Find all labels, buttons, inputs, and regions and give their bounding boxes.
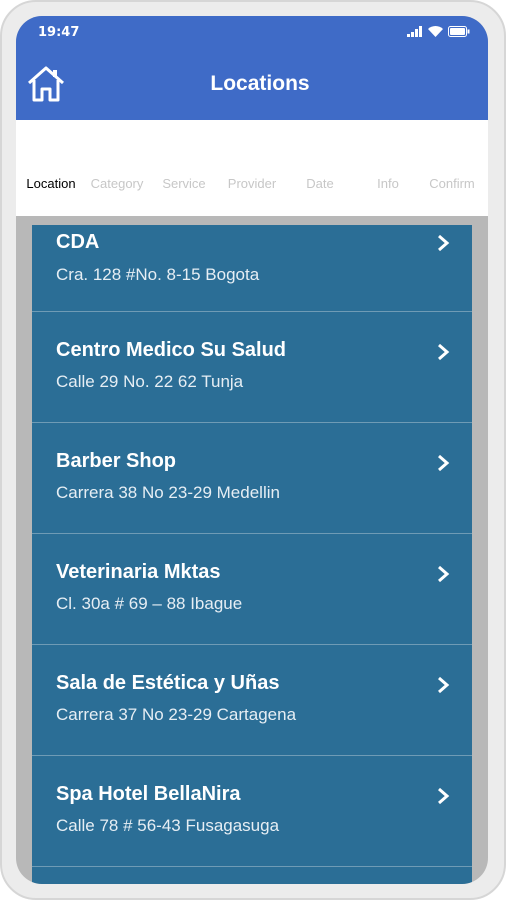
tab-service[interactable]: Service — [156, 120, 212, 216]
location-address: Cl. 30a # 69 – 88 Ibague — [56, 594, 243, 613]
chevron-right-icon — [438, 565, 450, 583]
location-item-sala-estetica[interactable]: Sala de Estética y Uñas Carrera 37 No 23… — [32, 645, 472, 756]
wizard-tabs: Location Category Service Provider Date … — [16, 120, 488, 216]
signal-icon — [407, 26, 422, 37]
location-item-cda[interactable]: CDA Cra. 128 #No. 8-15 Bogota — [32, 225, 472, 312]
location-address: Cra. 128 #No. 8-15 Bogota — [56, 265, 260, 284]
location-address: Carrera 38 No 23-29 Medellin — [56, 483, 280, 502]
tab-category[interactable]: Category — [84, 120, 150, 216]
locations-list: CDA Cra. 128 #No. 8-15 Bogota Centro Med… — [32, 225, 472, 884]
location-address: Calle 78 # 56-43 Fusagasuga — [56, 816, 280, 835]
page-title: Locations — [210, 72, 310, 95]
device-frame: 19:47 Locations Location Category Servic… — [0, 0, 506, 900]
location-item-barber-shop[interactable]: Barber Shop Carrera 38 No 23-29 Medellin — [32, 423, 472, 534]
tab-date[interactable]: Date — [296, 120, 344, 216]
location-name: Spa Hotel BellaNira — [56, 783, 241, 805]
tab-provider[interactable]: Provider — [220, 120, 284, 216]
status-bar: 19:47 — [16, 16, 488, 50]
location-address: Calle 29 No. 22 62 Tunja — [56, 372, 244, 391]
tab-confirm[interactable]: Confirm — [422, 120, 482, 216]
chevron-right-icon — [438, 454, 450, 472]
chevron-right-icon — [438, 676, 450, 694]
chevron-right-icon — [438, 343, 450, 361]
status-icons — [407, 26, 470, 37]
tab-location[interactable]: Location — [16, 120, 86, 216]
app-header: Locations — [16, 50, 488, 120]
location-item-veterinaria[interactable]: Veterinaria Mktas Cl. 30a # 69 – 88 Ibag… — [32, 534, 472, 645]
status-time: 19:47 — [38, 25, 80, 40]
location-item-spa-hotel[interactable]: Spa Hotel BellaNira Calle 78 # 56-43 Fus… — [32, 756, 472, 867]
chevron-right-icon — [438, 234, 450, 252]
location-name: Sala de Estética y Uñas — [56, 672, 280, 694]
location-item-centro-medico[interactable]: Centro Medico Su Salud Calle 29 No. 22 6… — [32, 312, 472, 423]
location-name: Barber Shop — [56, 450, 177, 472]
app-screen: 19:47 Locations Location Category Servic… — [16, 16, 488, 884]
battery-icon — [448, 26, 470, 37]
location-name: Centro Medico Su Salud — [56, 339, 287, 361]
wifi-icon — [428, 26, 443, 37]
chevron-right-icon — [438, 787, 450, 805]
location-address: Carrera 37 No 23-29 Cartagena — [56, 705, 297, 724]
location-name: Veterinaria Mktas — [56, 561, 221, 583]
location-name: CDA — [56, 231, 100, 253]
tab-info[interactable]: Info — [366, 120, 410, 216]
